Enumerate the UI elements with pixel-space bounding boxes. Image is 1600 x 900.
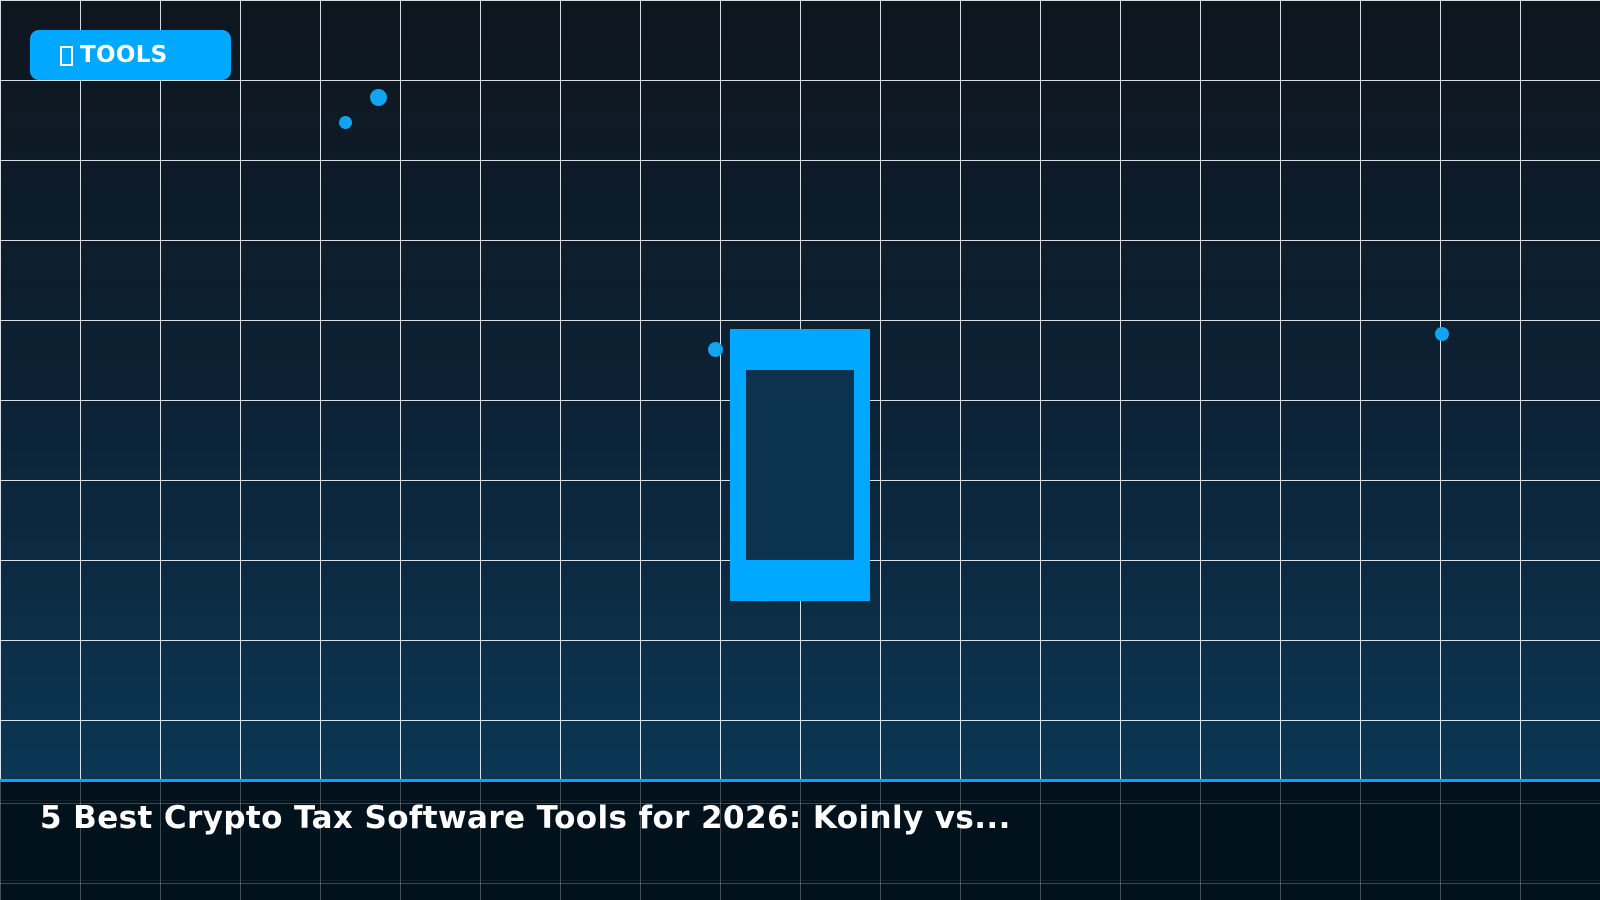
title-bar: 5 Best Crypto Tax Software Tools for 202… [0,779,1600,900]
smartphone-screen [746,370,854,560]
category-badge-label: TOOLS [80,42,168,68]
decorative-dot [708,342,723,357]
phone-icon [60,46,73,66]
decorative-dot [370,89,387,106]
decorative-dot [339,116,352,129]
decorative-dot [1435,327,1449,341]
thumbnail-canvas: TOOLS 5 Best Crypto Tax Software Tools f… [0,0,1600,900]
smartphone-icon [730,329,870,601]
article-title[interactable]: 5 Best Crypto Tax Software Tools for 202… [40,798,1011,838]
category-badge[interactable]: TOOLS [30,30,231,80]
